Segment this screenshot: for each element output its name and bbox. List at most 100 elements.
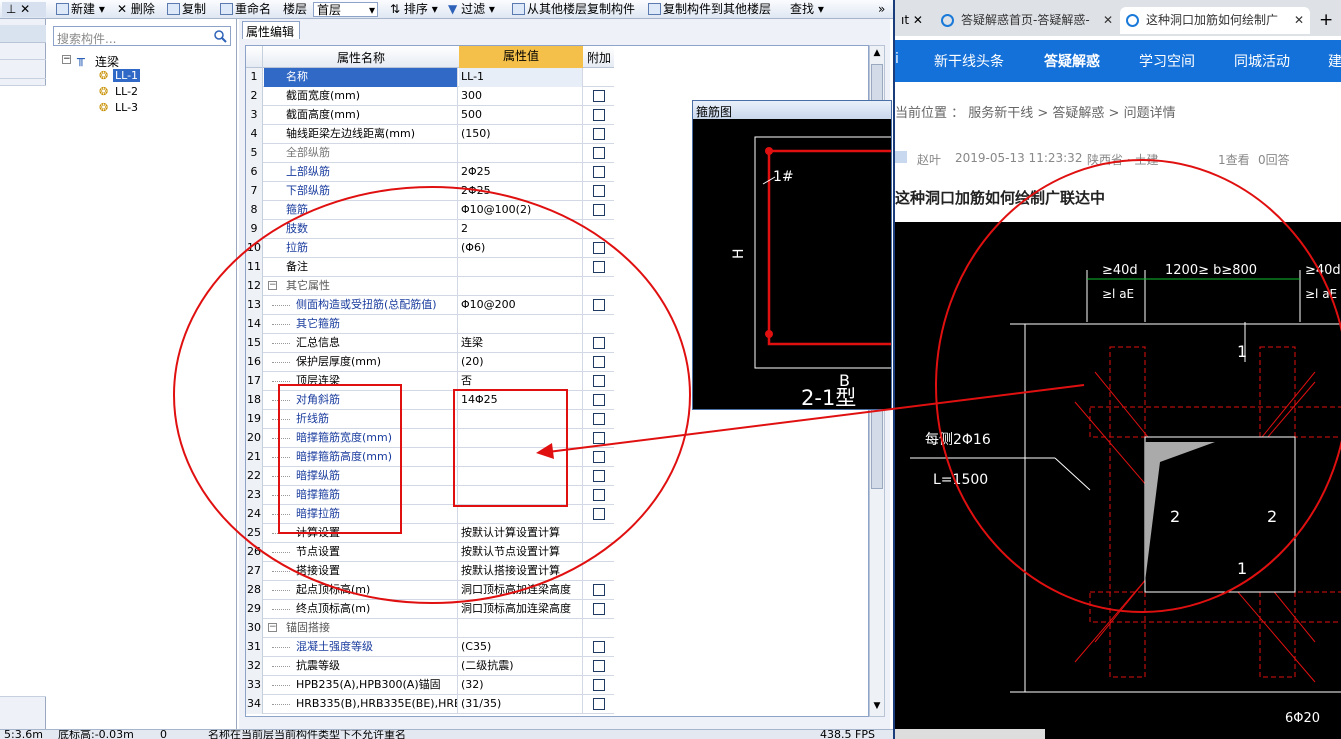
property-value[interactable]: (32) [459,676,583,695]
copy-to-floor-button[interactable]: 复制构件到其他楼层 [648,2,771,16]
table-row[interactable]: 16 保护层厚度(mm) (20) [246,353,614,372]
tree-item-ll1[interactable]: LL-1 [113,69,141,82]
pin-icon[interactable]: ⊥ ✕ [2,2,46,17]
extra-checkbox[interactable] [593,356,605,368]
table-row[interactable]: 1 名称 LL-1 [246,68,614,87]
tab-question[interactable]: 这种洞口加筋如何绘制广 ✕ [1120,7,1310,34]
property-value[interactable]: 300 [459,87,583,106]
tab-partial[interactable]: ıt ✕ [895,7,933,34]
table-row[interactable]: 10 拉筋 (Φ6) [246,239,614,258]
table-row[interactable]: 28 起点顶标高(m) 洞口顶标高加连梁高度 [246,581,614,600]
property-value[interactable] [459,277,583,296]
collapse-icon[interactable]: − [268,281,277,290]
tab-qa-home[interactable]: 答疑解惑首页-答疑解惑- ✕ [935,7,1119,34]
table-row[interactable]: 32 抗震等级 (二级抗震) [246,657,614,676]
property-value[interactable]: (C35) [459,638,583,657]
table-row[interactable]: 12− 其它属性 [246,277,614,296]
table-row[interactable]: 20 暗撑箍筋宽度(mm) [246,429,614,448]
table-row[interactable]: 13 侧面构造或受扭筋(总配筋值) Φ10@200 [246,296,614,315]
property-value[interactable] [459,467,583,486]
property-value[interactable]: 14Φ25 [459,391,583,410]
property-value[interactable]: (20) [459,353,583,372]
extra-checkbox[interactable] [593,147,605,159]
property-value[interactable] [459,448,583,467]
table-row[interactable]: 17 顶层连梁否 [246,372,614,391]
extra-checkbox[interactable] [593,375,605,387]
table-row[interactable]: 33 HPB235(A),HPB300(A)锚固 (32) [246,676,614,695]
copy-from-floor-button[interactable]: 从其他楼层复制构件 [512,2,635,16]
find-button[interactable]: 查找 ▾ [790,2,824,16]
extra-checkbox[interactable] [593,109,605,121]
table-row[interactable]: 8 箍筋 Φ10@100(2) [246,201,614,220]
extra-checkbox[interactable] [593,337,605,349]
tab-property-edit[interactable]: 属性编辑 [242,21,300,39]
extra-checkbox[interactable] [593,489,605,501]
property-value[interactable] [459,258,583,277]
property-value[interactable]: 500 [459,106,583,125]
filter-button[interactable]: ▼ 过滤 ▾ [448,2,495,16]
delete-button[interactable]: ✕ 删除 [117,2,155,16]
table-row[interactable]: 26 节点设置 按默认节点设置计算 [246,543,614,562]
extra-checkbox[interactable] [593,90,605,102]
table-row[interactable]: 19 折线筋 [246,410,614,429]
scroll-down-icon[interactable]: ▼ [871,701,883,715]
property-value[interactable] [459,486,583,505]
extra-checkbox[interactable] [593,394,605,406]
extra-checkbox[interactable] [593,508,605,520]
property-value[interactable]: (二级抗震) [459,657,583,676]
tree-item-ll3[interactable]: LL-3 [115,101,138,114]
table-row[interactable]: 23 暗撑箍筋 [246,486,614,505]
nav-item[interactable]: 建 [1328,51,1341,71]
property-value[interactable]: (150) [459,125,583,144]
property-value[interactable]: 洞口顶标高加连梁高度 [459,581,583,600]
close-tab-icon[interactable]: ✕ [1294,7,1304,34]
table-row[interactable]: 22 暗撑纵筋 [246,467,614,486]
property-value[interactable]: 2Φ25 [459,163,583,182]
browser-scrollbar[interactable] [895,729,1045,739]
table-row[interactable]: 30− 锚固搭接 [246,619,614,638]
table-row[interactable]: 18 对角斜筋 14Φ25 [246,391,614,410]
extra-checkbox[interactable] [593,641,605,653]
search-input[interactable]: 搜索构件... [53,26,231,46]
property-value[interactable]: 2Φ25 [459,182,583,201]
nav-item-events[interactable]: 同城活动 [1234,51,1290,71]
table-row[interactable]: 27 搭接设置 按默认搭接设置计算 [246,562,614,581]
property-value[interactable] [459,410,583,429]
property-value[interactable] [459,619,583,638]
breadcrumb[interactable]: 当前位置 ： 服务新干线 > 答疑解惑 > 问题详情 [895,102,1176,121]
collapse-icon[interactable]: − [268,623,277,632]
table-row[interactable]: 3 截面高度(mm) 500 [246,106,614,125]
nav-item-headline[interactable]: 新干线头条 [934,51,1004,71]
extra-checkbox[interactable] [593,660,605,672]
extra-checkbox[interactable] [593,185,605,197]
property-value[interactable]: (31/35) [459,695,583,714]
tree-root-label[interactable]: 连梁 [95,53,119,70]
extra-checkbox[interactable] [593,451,605,463]
table-row[interactable]: 31 混凝土强度等级 (C35) [246,638,614,657]
table-row[interactable]: 9 肢数 2 [246,220,614,239]
table-row[interactable]: 29 终点顶标高(m) 洞口顶标高加连梁高度 [246,600,614,619]
extra-checkbox[interactable] [593,470,605,482]
property-value[interactable] [459,315,583,334]
table-row[interactable]: 6 上部纵筋 2Φ25 [246,163,614,182]
close-tab-icon[interactable]: ✕ [1103,7,1113,34]
nav-item-qa[interactable]: 答疑解惑 [1044,51,1100,71]
extra-checkbox[interactable] [593,679,605,691]
property-value[interactable]: 洞口顶标高加连梁高度 [459,600,583,619]
extra-checkbox[interactable] [593,698,605,710]
extra-checkbox[interactable] [593,166,605,178]
extra-checkbox[interactable] [593,603,605,615]
extra-checkbox[interactable] [593,242,605,254]
collapse-icon[interactable]: − [62,55,71,64]
scroll-up-icon[interactable]: ▲ [871,48,883,62]
table-row[interactable]: 14 其它箍筋 [246,315,614,334]
table-row[interactable]: 7 下部纵筋 2Φ25 [246,182,614,201]
overflow-chevron-icon[interactable]: » [878,2,885,16]
extra-checkbox[interactable] [593,413,605,425]
property-value[interactable]: Φ10@100(2) [459,201,583,220]
rename-button[interactable]: 重命名 [220,2,271,16]
extra-checkbox[interactable] [593,432,605,444]
property-value[interactable]: 连梁 [459,334,583,353]
extra-checkbox[interactable] [593,261,605,273]
table-row[interactable]: 15 汇总信息 连梁 [246,334,614,353]
